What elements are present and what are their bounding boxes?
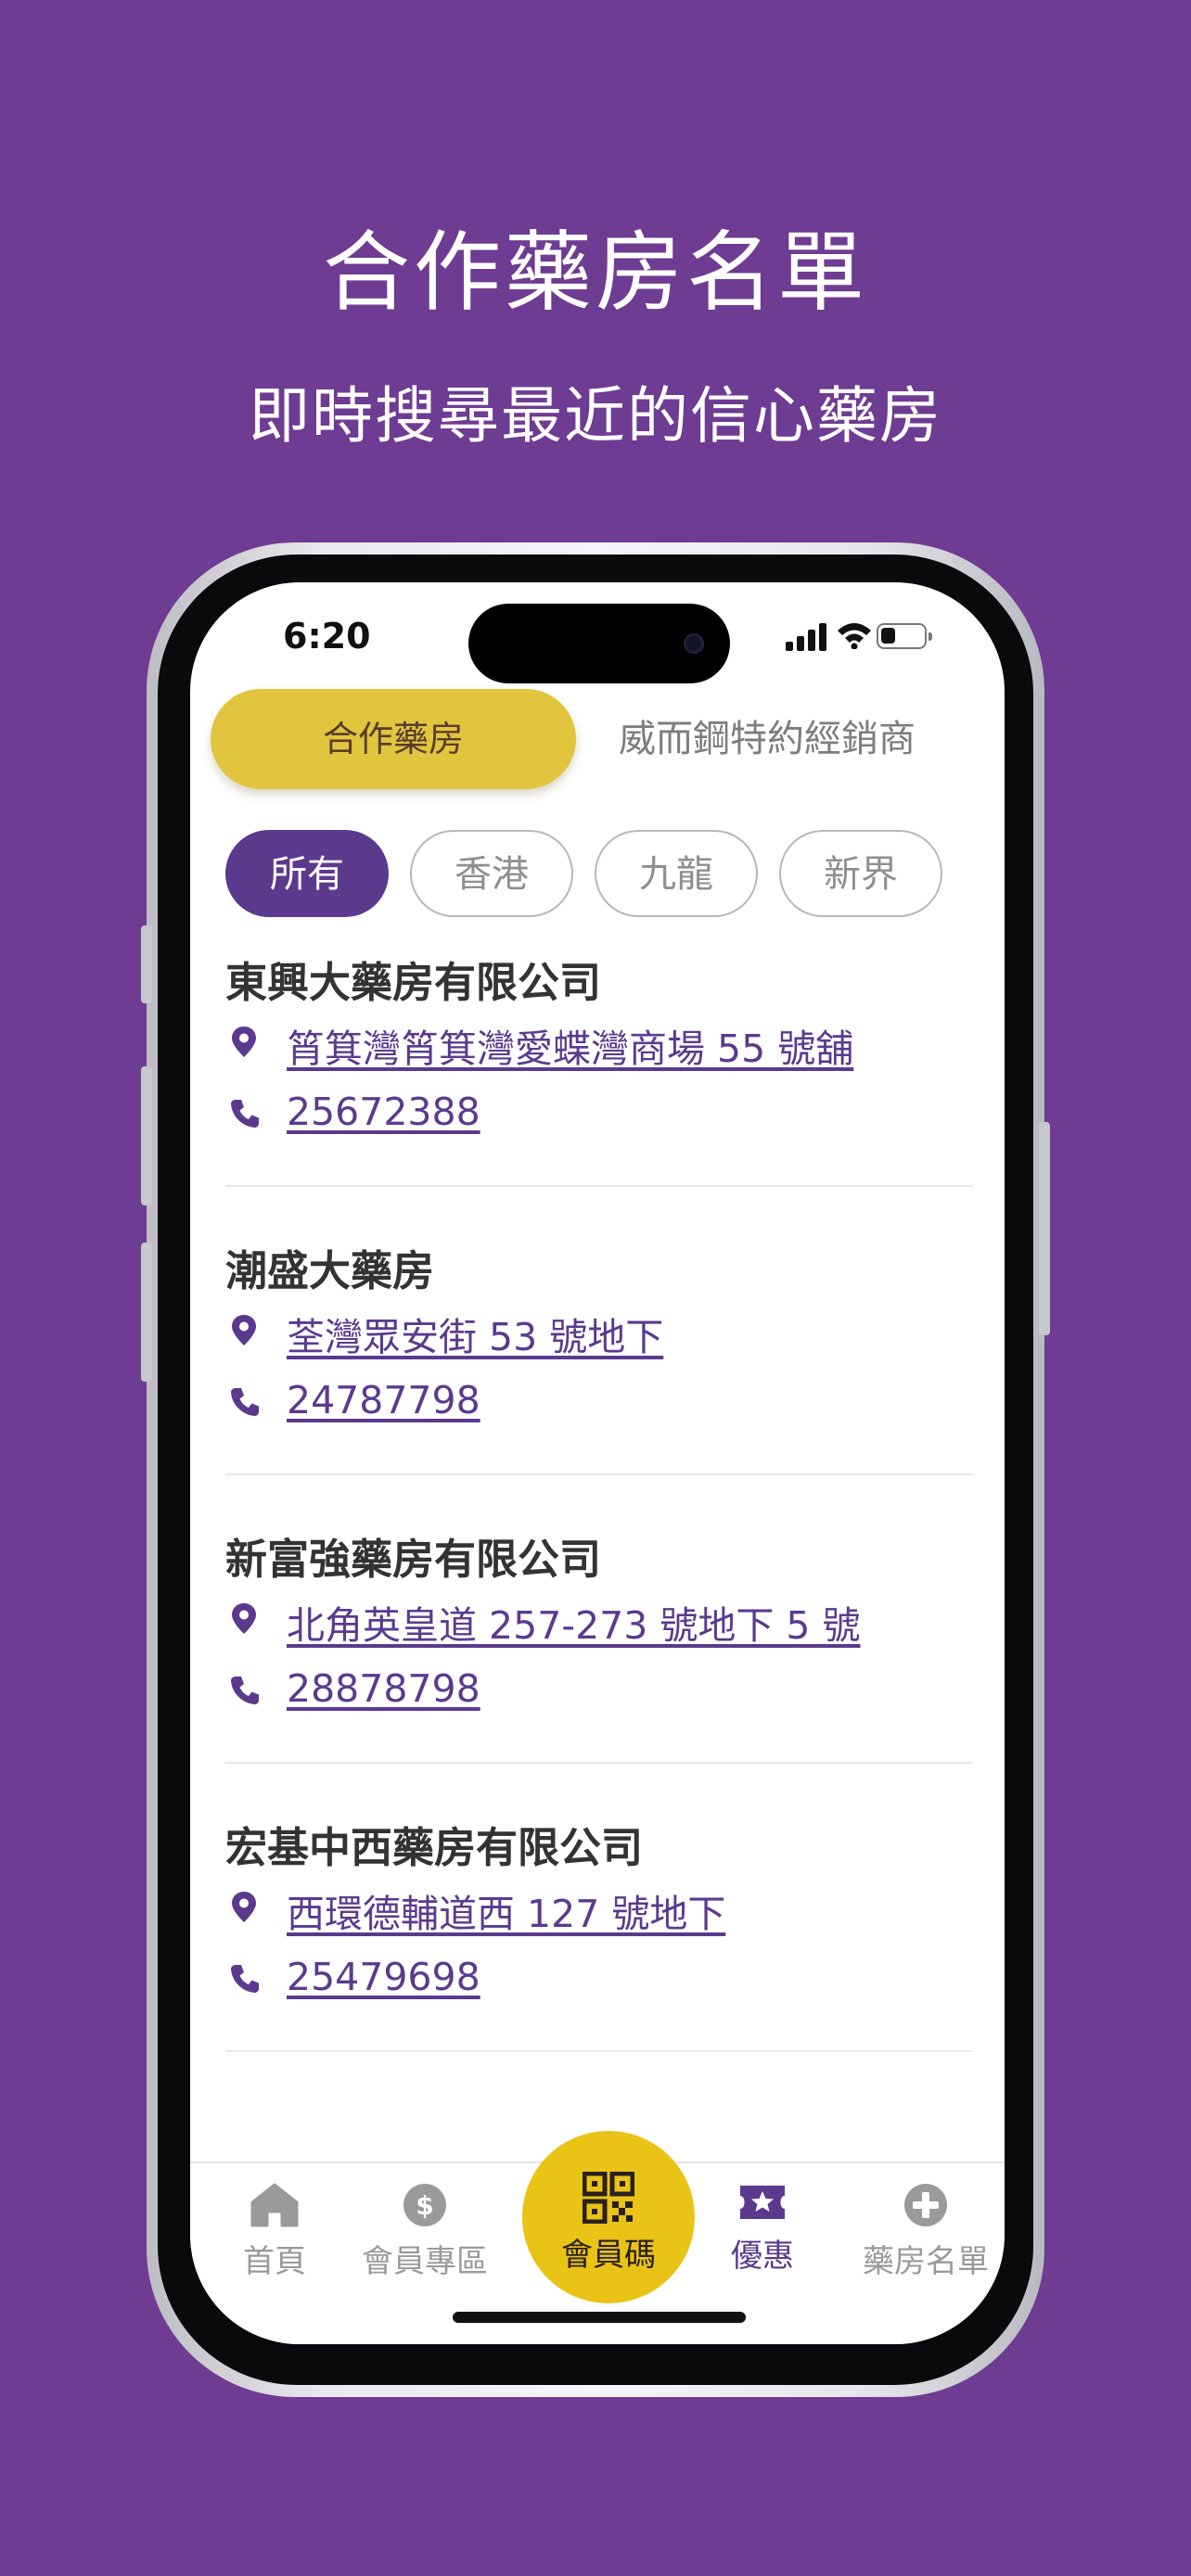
pharmacy-phone-link[interactable]: 24787798	[287, 1378, 480, 1422]
pharmacy-address-link[interactable]: 北角英皇道 257-273 號地下 5 號	[287, 1594, 861, 1650]
nav-pharmacy-list-label: 藥房名單	[863, 2243, 989, 2280]
nav-member-code[interactable]: 會員碼	[522, 2131, 695, 2303]
home-icon	[250, 2183, 299, 2227]
list-item: 新富強藥房有限公司 北角英皇道 257-273 號地下 5 號 28878798	[225, 1525, 973, 1814]
phone-volume-down-button	[141, 1243, 152, 1382]
segment-tabs: 合作藥房 威而鋼特約經銷商	[211, 689, 990, 791]
pharmacy-phone-link[interactable]: 25672388	[287, 1090, 480, 1134]
wifi-icon	[838, 623, 871, 649]
tab-viagra-distributor[interactable]: 威而鋼特約經銷商	[619, 689, 1005, 789]
pharmacy-name: 新富強藥房有限公司	[225, 1535, 602, 1584]
nav-member-zone[interactable]: $ 會員專區	[346, 2182, 504, 2284]
divider	[225, 1473, 973, 1475]
battery-icon	[877, 623, 932, 649]
dollar-coin-icon: $	[403, 2184, 446, 2226]
phone-icon	[231, 1100, 259, 1128]
list-item: 宏基中西藥房有限公司 西環德輔道西 127 號地下 25479698	[225, 1814, 973, 2102]
phone-icon	[231, 1965, 259, 1993]
pharmacy-phone-row: 25672388	[225, 1086, 973, 1141]
pharmacy-phone-row: 28878798	[225, 1663, 973, 1718]
nav-offers[interactable]: 優惠	[684, 2182, 841, 2284]
pharmacy-address-row: 荃灣眾安街 53 號地下	[225, 1302, 973, 1361]
pharmacy-phone-link[interactable]: 25479698	[287, 1955, 480, 1999]
location-pin-icon	[232, 1027, 256, 1057]
dynamic-island	[468, 604, 730, 683]
phone-power-button	[1039, 1122, 1050, 1335]
qr-code-icon	[583, 2172, 634, 2224]
divider	[225, 1185, 973, 1187]
pharmacy-list: 東興大藥房有限公司 筲箕灣筲箕灣愛蝶灣商場 55 號舖 25672388 潮盛大…	[225, 949, 973, 2102]
nav-home-label: 首頁	[243, 2243, 306, 2280]
list-item: 東興大藥房有限公司 筲箕灣筲箕灣愛蝶灣商場 55 號舖 25672388	[225, 949, 973, 1237]
region-chip-hong-kong[interactable]: 香港	[410, 830, 573, 917]
tab-partner-pharmacy[interactable]: 合作藥房	[211, 689, 576, 789]
region-chip-new-territories[interactable]: 新界	[779, 830, 942, 917]
location-pin-icon	[232, 1892, 256, 1922]
nav-pharmacy-list[interactable]: 藥房名單	[847, 2182, 1005, 2284]
pharmacy-address-link[interactable]: 西環德輔道西 127 號地下	[287, 1882, 725, 1938]
location-pin-icon	[232, 1315, 256, 1345]
pharmacy-address-row: 西環德輔道西 127 號地下	[225, 1879, 973, 1936]
nav-member-zone-label: 會員專區	[362, 2243, 488, 2280]
phone-icon	[231, 1388, 259, 1416]
pharmacy-address-row: 筲箕灣筲箕灣愛蝶灣商場 55 號舖	[225, 1014, 973, 1071]
svg-text:$: $	[416, 2190, 433, 2221]
status-time: 6:20	[283, 616, 371, 657]
camera-icon	[684, 633, 704, 654]
nav-offers-label: 優惠	[731, 2238, 794, 2275]
pharmacy-name: 東興大藥房有限公司	[225, 958, 602, 1007]
pharmacy-address-link[interactable]: 筲箕灣筲箕灣愛蝶灣商場 55 號舖	[287, 1017, 853, 1073]
phone-volume-up-button	[141, 1066, 152, 1205]
nav-member-code-label: 會員碼	[561, 2237, 656, 2274]
pharmacy-phone-row: 24787798	[225, 1374, 973, 1430]
list-item: 潮盛大藥房 荃灣眾安街 53 號地下 24787798	[225, 1237, 973, 1525]
signal-icon	[786, 623, 826, 651]
ticket-star-icon	[740, 2186, 785, 2219]
home-indicator	[453, 2312, 746, 2323]
plus-circle-icon	[904, 2184, 947, 2226]
location-pin-icon	[232, 1603, 256, 1634]
nav-home[interactable]: 首頁	[196, 2182, 353, 2284]
pharmacy-address-link[interactable]: 荃灣眾安街 53 號地下	[287, 1306, 663, 1361]
phone-screen: 6:20 合作藥房 威而鋼特約經銷商 所有 香港 九龍 新界 東興大藥房有限公司	[190, 582, 1005, 2344]
pharmacy-name: 宏基中西藥房有限公司	[225, 1823, 644, 1872]
promo-subheadline: 即時搜尋最近的信心藥房	[249, 380, 942, 452]
phone-icon	[231, 1677, 259, 1704]
phone-action-button	[141, 925, 152, 1003]
pharmacy-phone-row: 25479698	[225, 1951, 973, 2007]
status-icons	[786, 621, 932, 653]
pharmacy-phone-link[interactable]: 28878798	[287, 1666, 480, 1711]
promo-headline: 合作藥房名單	[322, 223, 868, 324]
pharmacy-address-row: 北角英皇道 257-273 號地下 5 號	[225, 1590, 973, 1648]
divider	[225, 1762, 973, 1764]
region-chip-all[interactable]: 所有	[225, 830, 389, 917]
pharmacy-name: 潮盛大藥房	[225, 1246, 435, 1295]
region-chip-kowloon[interactable]: 九龍	[595, 830, 758, 917]
divider	[225, 2050, 973, 2052]
